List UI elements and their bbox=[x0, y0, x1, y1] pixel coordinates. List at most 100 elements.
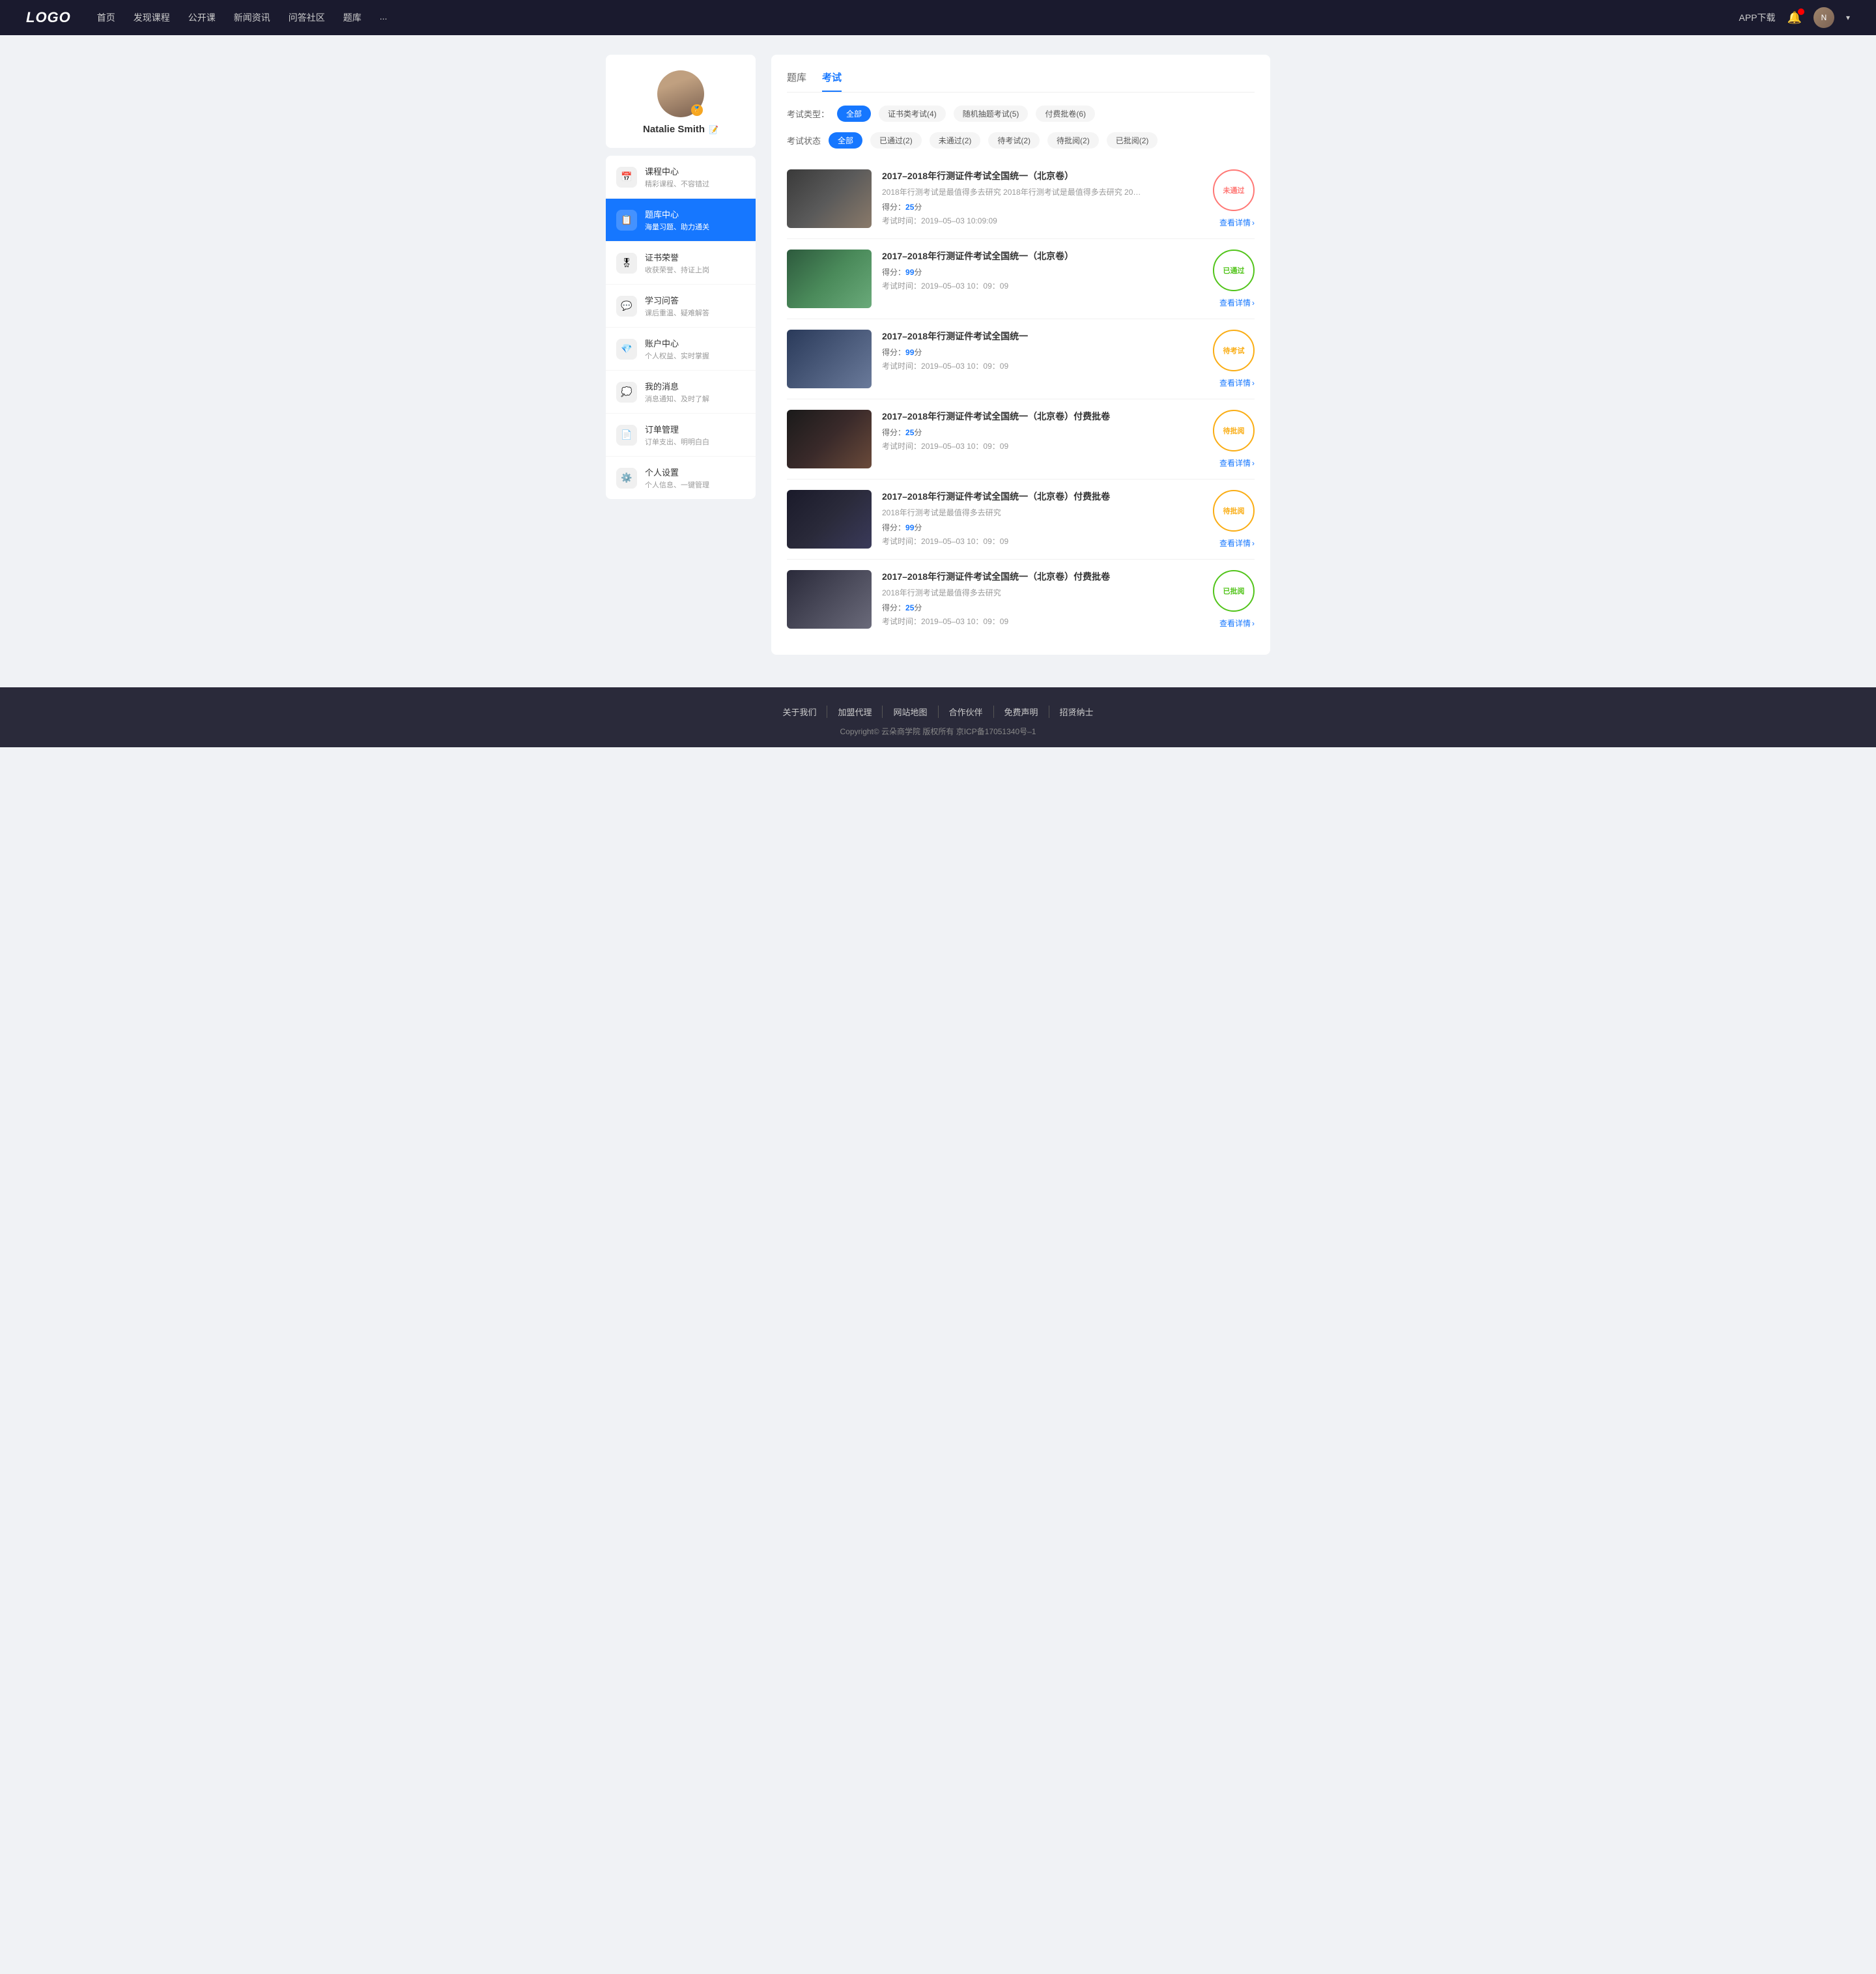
filter-type-all[interactable]: 全部 bbox=[837, 106, 871, 122]
filter-type-label: 考试类型： bbox=[787, 107, 829, 120]
notification-bell[interactable]: 🔔 bbox=[1787, 11, 1802, 25]
sidebar-item-text: 题库中心 海量习题、助力通关 bbox=[645, 208, 709, 232]
footer-link-sitemap[interactable]: 网站地图 bbox=[883, 706, 938, 718]
exam-thumbnail-2 bbox=[787, 250, 872, 308]
diamond-icon: 💎 bbox=[616, 339, 637, 360]
avatar[interactable]: N bbox=[1813, 7, 1834, 28]
nav-open-courses[interactable]: 公开课 bbox=[188, 11, 216, 24]
footer-link-disclaimer[interactable]: 免费声明 bbox=[994, 706, 1049, 718]
detail-link[interactable]: 查看详情 › bbox=[1219, 217, 1255, 228]
document-icon: 📄 bbox=[616, 425, 637, 446]
app-download-link[interactable]: APP下载 bbox=[1739, 11, 1776, 24]
sidebar-item-sub: 海量习题、助力通关 bbox=[645, 222, 709, 232]
sidebar-item-title: 个人设置 bbox=[645, 466, 709, 478]
exam-info-3: 2017–2018年行测证件考试全国统一 得分：99分 考试时间：2019–05… bbox=[882, 330, 1179, 371]
exam-title: 2017–2018年行测证件考试全国统一（北京卷）付费批卷 bbox=[882, 570, 1179, 583]
filter-status-reviewed[interactable]: 已批阅(2) bbox=[1107, 132, 1158, 149]
nav-exam-bank[interactable]: 题库 bbox=[343, 11, 362, 24]
filter-type-random[interactable]: 随机抽题考试(5) bbox=[954, 106, 1029, 122]
sidebar-item-certificate[interactable]: 🎖 证书荣誉 收获荣誉、持证上岗 bbox=[606, 242, 756, 285]
sidebar-item-sub: 消息通知、及时了解 bbox=[645, 393, 709, 404]
nav-news[interactable]: 新闻资讯 bbox=[234, 11, 270, 24]
exam-thumbnail-1 bbox=[787, 169, 872, 228]
detail-link[interactable]: 查看详情 › bbox=[1219, 537, 1255, 549]
nav-qa[interactable]: 问答社区 bbox=[289, 11, 325, 24]
sidebar-item-course-center[interactable]: 📅 课程中心 精彩课程、不容错过 bbox=[606, 156, 756, 199]
score-value: 99 bbox=[905, 523, 914, 532]
sidebar-item-text: 我的消息 消息通知、及时了解 bbox=[645, 380, 709, 404]
exam-score: 得分：99分 bbox=[882, 522, 1179, 533]
chevron-down-icon[interactable]: ▾ bbox=[1846, 13, 1850, 22]
detail-link[interactable]: 查看详情 › bbox=[1219, 457, 1255, 468]
tab-library[interactable]: 题库 bbox=[787, 70, 806, 92]
sidebar-item-title: 证书荣誉 bbox=[645, 251, 709, 263]
detail-link[interactable]: 查看详情 › bbox=[1219, 297, 1255, 308]
sidebar-item-title: 题库中心 bbox=[645, 208, 709, 220]
footer-link-partners[interactable]: 合作伙伴 bbox=[939, 706, 994, 718]
sidebar-item-text: 学习问答 课后重温、疑难解答 bbox=[645, 294, 709, 318]
navbar: LOGO 首页 发现课程 公开课 新闻资讯 问答社区 题库 ... APP下载 … bbox=[0, 0, 1876, 35]
sidebar: 🏅 Natalie Smith 📝 📅 课程中心 精彩课程、不容错过 📋 题库中… bbox=[606, 55, 756, 655]
sidebar-item-text: 账户中心 个人权益、实时掌握 bbox=[645, 337, 709, 361]
content-area: 题库 考试 考试类型： 全部 证书类考试(4) 随机抽题考试(5) 付费批卷(6… bbox=[771, 55, 1270, 655]
status-badge: 已通过 bbox=[1213, 250, 1255, 291]
chevron-right-icon: › bbox=[1252, 459, 1255, 468]
nav-home[interactable]: 首页 bbox=[97, 11, 115, 24]
sidebar-item-messages[interactable]: 💭 我的消息 消息通知、及时了解 bbox=[606, 371, 756, 414]
chevron-right-icon: › bbox=[1252, 298, 1255, 308]
exam-title: 2017–2018年行测证件考试全国统一（北京卷）付费批卷 bbox=[882, 410, 1179, 423]
exam-desc: 2018年行测考试是最值得多去研究 bbox=[882, 507, 1143, 518]
sidebar-item-sub: 个人信息、一键管理 bbox=[645, 479, 709, 490]
notification-badge bbox=[1798, 8, 1804, 15]
footer-link-careers[interactable]: 招贤纳士 bbox=[1049, 706, 1104, 718]
sidebar-item-orders[interactable]: 📄 订单管理 订单支出、明明白白 bbox=[606, 414, 756, 457]
filter-status-failed[interactable]: 未通过(2) bbox=[930, 132, 981, 149]
exam-title: 2017–2018年行测证件考试全国统一（北京卷） bbox=[882, 250, 1179, 263]
exam-action-4: 待批阅 查看详情 › bbox=[1189, 410, 1255, 468]
gear-icon: ⚙️ bbox=[616, 468, 637, 489]
status-badge: 待考试 bbox=[1213, 330, 1255, 371]
edit-name-icon[interactable]: 📝 bbox=[709, 125, 718, 134]
nav-more[interactable]: ... bbox=[380, 11, 388, 24]
logo: LOGO bbox=[26, 9, 71, 26]
exam-score: 得分：99分 bbox=[882, 266, 1179, 278]
status-badge: 待批阅 bbox=[1213, 410, 1255, 451]
exam-info-2: 2017–2018年行测证件考试全国统一（北京卷） 得分：99分 考试时间：20… bbox=[882, 250, 1179, 291]
nav-menu: 首页 发现课程 公开课 新闻资讯 问答社区 题库 ... bbox=[97, 11, 1739, 24]
sidebar-item-sub: 精彩课程、不容错过 bbox=[645, 179, 709, 189]
sidebar-item-question-bank[interactable]: 📋 题库中心 海量习题、助力通关 bbox=[606, 199, 756, 242]
exam-score: 得分：25分 bbox=[882, 201, 1179, 212]
sidebar-avatar-wrap: 🏅 bbox=[657, 70, 704, 117]
filter-status-all[interactable]: 全部 bbox=[829, 132, 862, 149]
exam-info-1: 2017–2018年行测证件考试全国统一（北京卷） 2018年行测考试是最值得多… bbox=[882, 169, 1179, 226]
detail-link[interactable]: 查看详情 › bbox=[1219, 618, 1255, 629]
sidebar-item-account-center[interactable]: 💎 账户中心 个人权益、实时掌握 bbox=[606, 328, 756, 371]
nav-courses[interactable]: 发现课程 bbox=[134, 11, 170, 24]
sidebar-item-study-qa[interactable]: 💬 学习问答 课后重温、疑难解答 bbox=[606, 285, 756, 328]
table-row: 2017–2018年行测证件考试全国统一 得分：99分 考试时间：2019–05… bbox=[787, 319, 1255, 399]
sidebar-item-settings[interactable]: ⚙️ 个人设置 个人信息、一键管理 bbox=[606, 457, 756, 499]
detail-link[interactable]: 查看详情 › bbox=[1219, 377, 1255, 388]
content-tabs: 题库 考试 bbox=[787, 70, 1255, 93]
sidebar-item-sub: 个人权益、实时掌握 bbox=[645, 350, 709, 361]
tab-exam[interactable]: 考试 bbox=[822, 70, 842, 92]
footer-link-about[interactable]: 关于我们 bbox=[772, 706, 827, 718]
exam-info-5: 2017–2018年行测证件考试全国统一（北京卷）付费批卷 2018年行测考试是… bbox=[882, 490, 1179, 547]
filter-type-cert[interactable]: 证书类考试(4) bbox=[879, 106, 946, 122]
exam-thumbnail-6 bbox=[787, 570, 872, 629]
filter-status-pending-exam[interactable]: 待考试(2) bbox=[988, 132, 1040, 149]
filter-type-paid[interactable]: 付费批卷(6) bbox=[1036, 106, 1095, 122]
sidebar-item-text: 订单管理 订单支出、明明白白 bbox=[645, 423, 709, 447]
footer-link-franchise[interactable]: 加盟代理 bbox=[827, 706, 883, 718]
sidebar-item-title: 学习问答 bbox=[645, 294, 709, 306]
chevron-right-icon: › bbox=[1252, 379, 1255, 388]
sidebar-item-sub: 收获荣誉、持证上岗 bbox=[645, 265, 709, 275]
sidebar-item-sub: 订单支出、明明白白 bbox=[645, 436, 709, 447]
avatar-image: N bbox=[1813, 7, 1834, 28]
filter-status-passed[interactable]: 已通过(2) bbox=[870, 132, 922, 149]
exam-thumbnail-3 bbox=[787, 330, 872, 388]
status-badge: 未通过 bbox=[1213, 169, 1255, 211]
filter-status-pending-review[interactable]: 待批阅(2) bbox=[1047, 132, 1099, 149]
exam-time: 考试时间：2019–05–03 10：09：09 bbox=[882, 360, 1179, 371]
exam-thumbnail-4 bbox=[787, 410, 872, 468]
